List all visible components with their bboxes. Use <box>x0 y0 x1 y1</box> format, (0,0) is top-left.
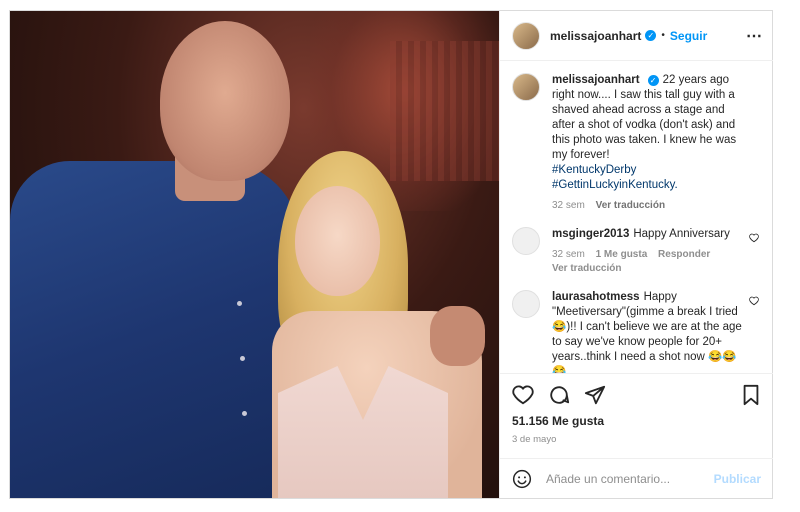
comment-avatar[interactable] <box>512 290 540 318</box>
bookmark-icon[interactable] <box>741 384 761 406</box>
comment-text: Happy "Meetiversary"(gimme a break I tri… <box>552 291 742 373</box>
post-header: melissajoanhart ✓ • Seguir ⋯ <box>500 11 773 61</box>
caption-time[interactable]: 32 sem <box>552 200 585 211</box>
caption-username[interactable]: melissajoanhart <box>552 74 640 86</box>
follow-button[interactable]: Seguir <box>670 29 707 43</box>
post-photo[interactable] <box>10 11 499 498</box>
comment-username[interactable]: msginger2013 <box>552 228 629 240</box>
heart-icon[interactable] <box>512 384 534 406</box>
caption: melissajoanhart ✓ 22 years ago right now..… <box>512 73 761 213</box>
hashtag-link[interactable]: #GettinLuckyinKentucky. <box>552 178 742 193</box>
caption-avatar[interactable] <box>512 73 540 101</box>
emoji-icon[interactable] <box>512 469 532 489</box>
comments-list[interactable]: melissajoanhart ✓ 22 years ago right now..… <box>500 61 773 373</box>
caption-text: 22 years ago right now.... I saw this ta… <box>552 74 737 161</box>
translate-link[interactable]: Ver traducción <box>552 263 621 274</box>
heart-icon[interactable] <box>749 296 759 306</box>
post-actions: 51.156 Me gusta 3 de mayo <box>500 373 773 445</box>
comment-item: laurasahotmess Happy "Meetiversary"(gimme… <box>512 290 761 373</box>
comment-input[interactable] <box>544 470 714 487</box>
hashtag-link[interactable]: #KentuckyDerby <box>552 163 742 178</box>
avatar[interactable] <box>512 21 540 50</box>
verified-icon: ✓ <box>647 75 659 86</box>
post-container: melissajoanhart ✓ • Seguir ⋯ melissajoan… <box>9 10 773 499</box>
comment-username[interactable]: laurasahotmess <box>552 291 640 303</box>
heart-icon[interactable] <box>749 233 759 243</box>
comment-time[interactable]: 32 sem <box>552 249 585 260</box>
reply-button[interactable]: Responder <box>658 249 710 260</box>
verified-icon: ✓ <box>645 30 657 41</box>
share-icon[interactable] <box>584 384 606 406</box>
likes-count[interactable]: 51.156 Me gusta <box>512 414 761 428</box>
post-date[interactable]: 3 de mayo <box>512 434 761 445</box>
header-username[interactable]: melissajoanhart <box>550 29 641 43</box>
more-icon[interactable]: ⋯ <box>746 26 763 46</box>
comment-avatar[interactable] <box>512 227 540 255</box>
post-side-panel: melissajoanhart ✓ • Seguir ⋯ melissajoan… <box>499 11 773 498</box>
comment-item: msginger2013 Happy Anniversary 32 sem 1 M… <box>512 227 761 276</box>
add-comment-bar: Publicar <box>500 458 773 498</box>
translate-link[interactable]: Ver traducción <box>596 200 665 211</box>
publish-button[interactable]: Publicar <box>714 472 761 486</box>
comment-icon[interactable] <box>548 384 570 406</box>
comment-text: Happy Anniversary <box>633 228 730 240</box>
comment-likes[interactable]: 1 Me gusta <box>596 249 648 260</box>
separator-dot: • <box>661 30 665 41</box>
